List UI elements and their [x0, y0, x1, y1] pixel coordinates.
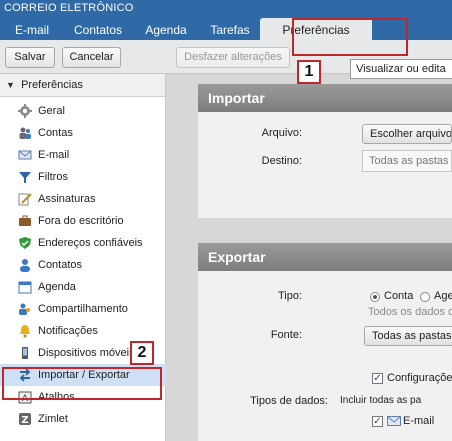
envelope-icon [18, 150, 32, 160]
type-calendar-radio[interactable] [420, 292, 430, 302]
main-content: Importar Arquivo: Escolher arquivo Desti… [166, 74, 452, 441]
export-panel: Exportar Tipo: Conta Age Todos os dados … [198, 243, 452, 441]
choose-file-button[interactable]: Escolher arquivo [362, 124, 452, 144]
export-title: Exportar [198, 243, 452, 271]
sidebar-item-filters[interactable]: Filtros [0, 166, 166, 188]
annotation-number-2: 2 [130, 341, 154, 365]
sidebar-item-label: Notificações [38, 325, 98, 337]
sidebar-item-general[interactable]: Geral [0, 100, 166, 122]
svg-text:Z: Z [21, 415, 28, 426]
type-account-label: Conta [384, 290, 414, 302]
type-account-radio[interactable] [370, 292, 380, 302]
sidebar-item-zimlet[interactable]: Z Zimlet [0, 408, 166, 430]
import-title: Importar [198, 84, 452, 112]
sidebar-item-label: E-mail [38, 149, 70, 161]
sidebar-item-trusted-addresses[interactable]: Endereços confiáveis [0, 232, 166, 254]
sidebar-item-label: Contas [38, 127, 73, 139]
type-calendar-label: Age [434, 290, 452, 302]
contact-icon [20, 259, 30, 272]
mobile-icon [22, 347, 28, 359]
sidebar-item-calendar[interactable]: Agenda [0, 276, 166, 298]
sidebar-item-notifications[interactable]: Notificações [0, 320, 166, 342]
sidebar-item-email[interactable]: E-mail [0, 144, 166, 166]
sidebar-item-label: Compartilhamento [38, 303, 128, 315]
app-title: CORREIO ELETRÔNICO [4, 2, 134, 14]
gear-icon [18, 104, 32, 118]
data-types-label: Tipos de dados: [250, 395, 328, 407]
tooltip: Visualizar ou edita [350, 59, 452, 79]
source-label: Fonte: [270, 329, 302, 341]
annotation-box-preferences-tab [292, 18, 408, 56]
sidebar-item-label: Zimlet [38, 413, 68, 425]
import-panel: Importar Arquivo: Escolher arquivo Desti… [198, 84, 452, 218]
envelope-icon [387, 416, 401, 426]
accounts-icon [19, 127, 31, 139]
type-hint: Todos os dados da [368, 306, 452, 318]
tab-calendar[interactable]: Agenda [132, 20, 200, 40]
sidebar-item-label: Endereços confiáveis [38, 237, 143, 249]
sidebar-item-label: Filtros [38, 171, 68, 183]
shield-icon [19, 237, 31, 249]
data-types-hint: Incluir todas as pa [340, 395, 422, 406]
email-checkbox[interactable]: ✓ [372, 416, 383, 427]
tab-tasks[interactable]: Tarefas [200, 20, 260, 40]
file-label: Arquivo: [261, 127, 302, 139]
sidebar-item-accounts[interactable]: Contas [0, 122, 166, 144]
type-label: Tipo: [277, 290, 302, 302]
destination-label: Destino: [261, 155, 302, 167]
calendar-icon [18, 281, 32, 294]
save-button[interactable]: Salvar [5, 47, 55, 68]
sidebar-item-label: Agenda [38, 281, 76, 293]
collapse-arrow-icon[interactable]: ▼ [6, 74, 18, 97]
annotation-box-import-export [2, 367, 162, 400]
filter-icon [19, 172, 31, 183]
zimlet-icon: Z [19, 413, 31, 426]
sidebar-item-sharing[interactable]: Compartilhamento [0, 298, 166, 320]
signature-icon [18, 193, 32, 206]
sidebar-item-label: Geral [38, 105, 65, 117]
tab-contacts[interactable]: Contatos [64, 20, 132, 40]
email-checkbox-label: E-mail [403, 415, 435, 427]
annotation-number-1: 1 [297, 60, 321, 84]
settings-checkbox[interactable]: ✓ [372, 373, 383, 384]
source-folder-button[interactable]: Todas as pastas [364, 326, 452, 346]
sidebar-item-label: Assinaturas [38, 193, 96, 205]
sidebar-header[interactable]: ▼ Preferências [0, 74, 165, 97]
sidebar-item-label: Dispositivos móveis [38, 347, 135, 359]
undo-changes-button[interactable]: Desfazer alterações [176, 47, 290, 68]
sidebar-item-contacts[interactable]: Contatos [0, 254, 166, 276]
destination-field[interactable]: Todas as pastas [362, 150, 452, 172]
sidebar-item-label: Fora do escritório [38, 215, 124, 227]
sidebar-item-out-of-office[interactable]: Fora do escritório [0, 210, 166, 232]
tab-email[interactable]: E-mail [0, 20, 64, 40]
cancel-button[interactable]: Cancelar [62, 47, 121, 68]
sidebar-item-signatures[interactable]: Assinaturas [0, 188, 166, 210]
sidebar-item-label: Contatos [38, 259, 83, 271]
settings-checkbox-label: Configurações [387, 372, 452, 384]
out-of-office-icon [19, 215, 31, 226]
sidebar-header-label: Preferências [21, 79, 83, 91]
sharing-icon [19, 303, 30, 315]
bell-icon [20, 325, 30, 338]
